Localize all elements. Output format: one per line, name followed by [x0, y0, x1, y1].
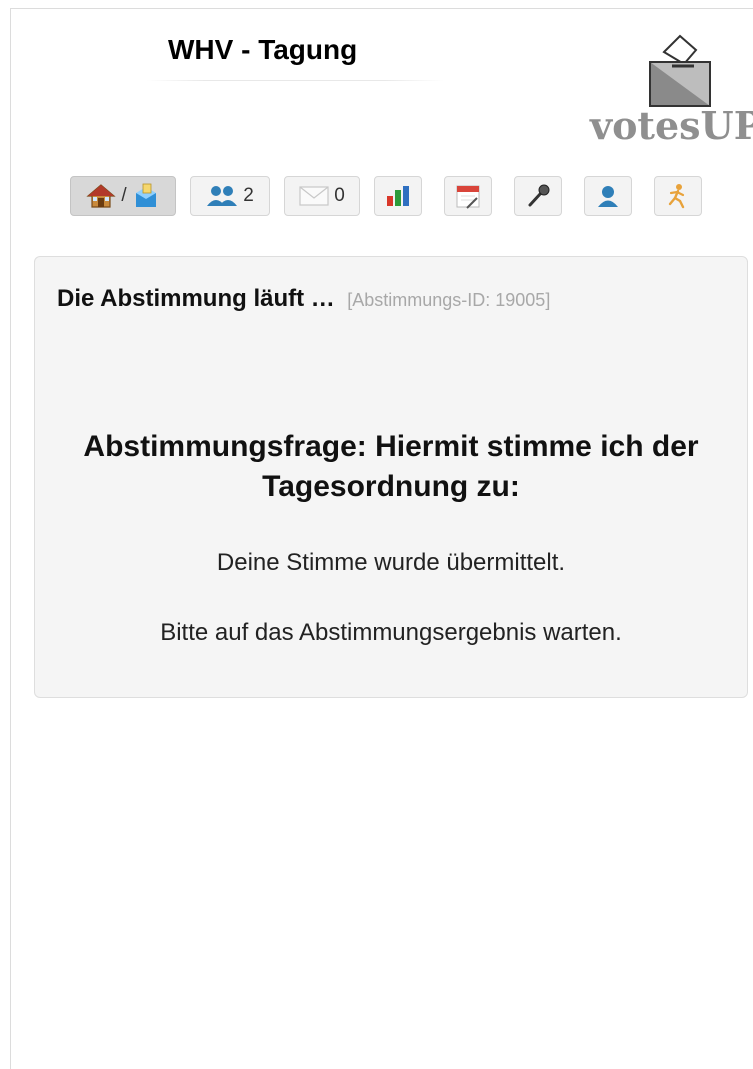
logout-button[interactable]	[654, 176, 702, 216]
ballot-box-logo-icon	[649, 34, 711, 107]
envelope-icon	[299, 186, 329, 206]
messages-button[interactable]: 0	[284, 176, 360, 216]
microphone-icon	[528, 184, 550, 207]
ballot-box-icon	[135, 183, 156, 207]
participants-button[interactable]: 2	[190, 176, 270, 216]
home-vote-separator: /	[121, 185, 127, 206]
vote-id: [Abstimmungs-ID: 19005]	[347, 290, 551, 310]
voting-panel: Die Abstimmung läuft … [Abstimmungs-ID: …	[34, 256, 748, 698]
vote-question: Abstimmungsfrage: Hiermit stimme ich der…	[83, 430, 699, 503]
vote-status: Die Abstimmung läuft …	[57, 285, 335, 312]
results-button[interactable]	[374, 176, 422, 216]
house-icon	[86, 184, 116, 208]
people-icon	[207, 186, 238, 206]
speaker-button[interactable]	[514, 176, 562, 216]
calendar-icon	[456, 185, 480, 209]
vote-status-line: Die Abstimmung läuft … [Abstimmungs-ID: …	[57, 285, 550, 313]
wait-for-result-message: Bitte auf das Abstimmungsergebnis warten…	[160, 619, 622, 646]
bar-chart-icon	[387, 186, 409, 206]
messages-count: 0	[334, 185, 345, 206]
user-icon	[598, 186, 618, 207]
vote-submitted-message: Deine Stimme wurde übermittelt.	[216, 549, 566, 576]
profile-button[interactable]	[584, 176, 632, 216]
participants-count: 2	[243, 185, 254, 206]
votesup-logo[interactable]: votesUP!	[590, 30, 753, 150]
agenda-button[interactable]	[444, 176, 492, 216]
home-vote-button[interactable]: /	[70, 176, 176, 216]
logo-text: votesUP!	[590, 103, 753, 148]
title-divider	[146, 80, 444, 81]
running-man-icon	[668, 184, 685, 209]
event-title: WHV - Tagung	[168, 34, 358, 65]
